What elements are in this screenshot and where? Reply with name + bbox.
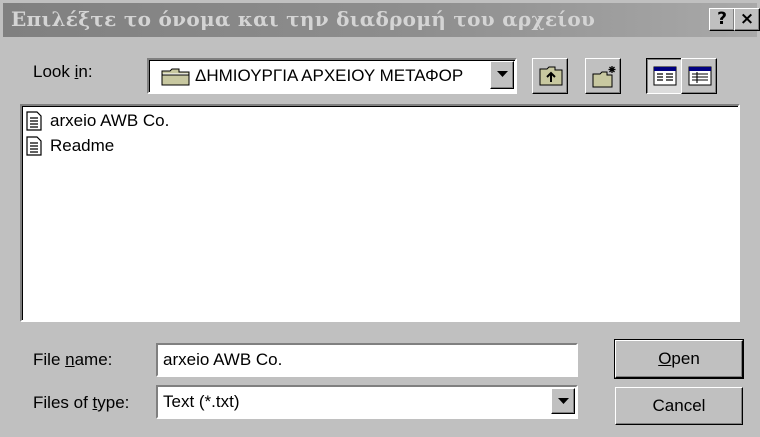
look-in-value: ΔΗΜΙΟΥΡΓΙΑ ΑΡΧΕΙΟΥ ΜΕΤΑΦΟΡ <box>195 66 464 85</box>
chevron-down-icon <box>558 398 569 404</box>
open-button[interactable]: Open <box>614 339 744 379</box>
folder-icon <box>161 67 191 92</box>
up-one-level-button[interactable] <box>532 58 568 94</box>
file-type-value: Text (*.txt) <box>163 392 240 411</box>
cancel-button[interactable]: Cancel <box>615 387 743 425</box>
file-name: Readme <box>50 136 115 155</box>
chevron-down-icon <box>497 71 508 77</box>
text-document-icon <box>26 136 42 161</box>
look-in-dropdown[interactable]: ΔΗΜΙΟΥΡΓΙΑ ΑΡΧΕΙΟΥ ΜΕΤΑΦΟΡ <box>147 58 517 94</box>
folder-up-icon <box>539 66 563 86</box>
file-type-dropdown-button[interactable] <box>551 388 575 414</box>
file-list[interactable]: arxeio AWB Co. Readme <box>20 104 740 322</box>
close-button[interactable]: × <box>734 8 760 31</box>
look-in-dropdown-button[interactable] <box>490 61 514 89</box>
text-document-icon <box>26 111 42 136</box>
list-view-icon <box>653 66 677 86</box>
dialog-title: Επιλέξτε το όνομα και την διαδρομή του α… <box>11 7 596 31</box>
look-in-label: Look in: <box>33 62 93 81</box>
file-type-dropdown[interactable]: Text (*.txt) <box>156 385 578 419</box>
save-dialog: Επιλέξτε το όνομα και την διαδρομή του α… <box>0 0 760 437</box>
file-name-input[interactable]: arxeio AWB Co. <box>156 343 578 377</box>
create-new-folder-button[interactable] <box>585 58 621 94</box>
details-view-button[interactable] <box>681 58 717 94</box>
title-bar[interactable]: Επιλέξτε το όνομα και την διαδρομή του α… <box>3 3 760 37</box>
help-button[interactable]: ? <box>709 8 735 31</box>
details-view-icon <box>688 66 712 86</box>
file-type-label: Files of type: <box>33 393 130 412</box>
file-name-value: arxeio AWB Co. <box>163 350 283 369</box>
file-name: arxeio AWB Co. <box>50 111 170 130</box>
file-name-label: File name: <box>33 350 113 369</box>
list-view-button[interactable] <box>646 58 682 94</box>
new-folder-icon <box>592 66 616 88</box>
